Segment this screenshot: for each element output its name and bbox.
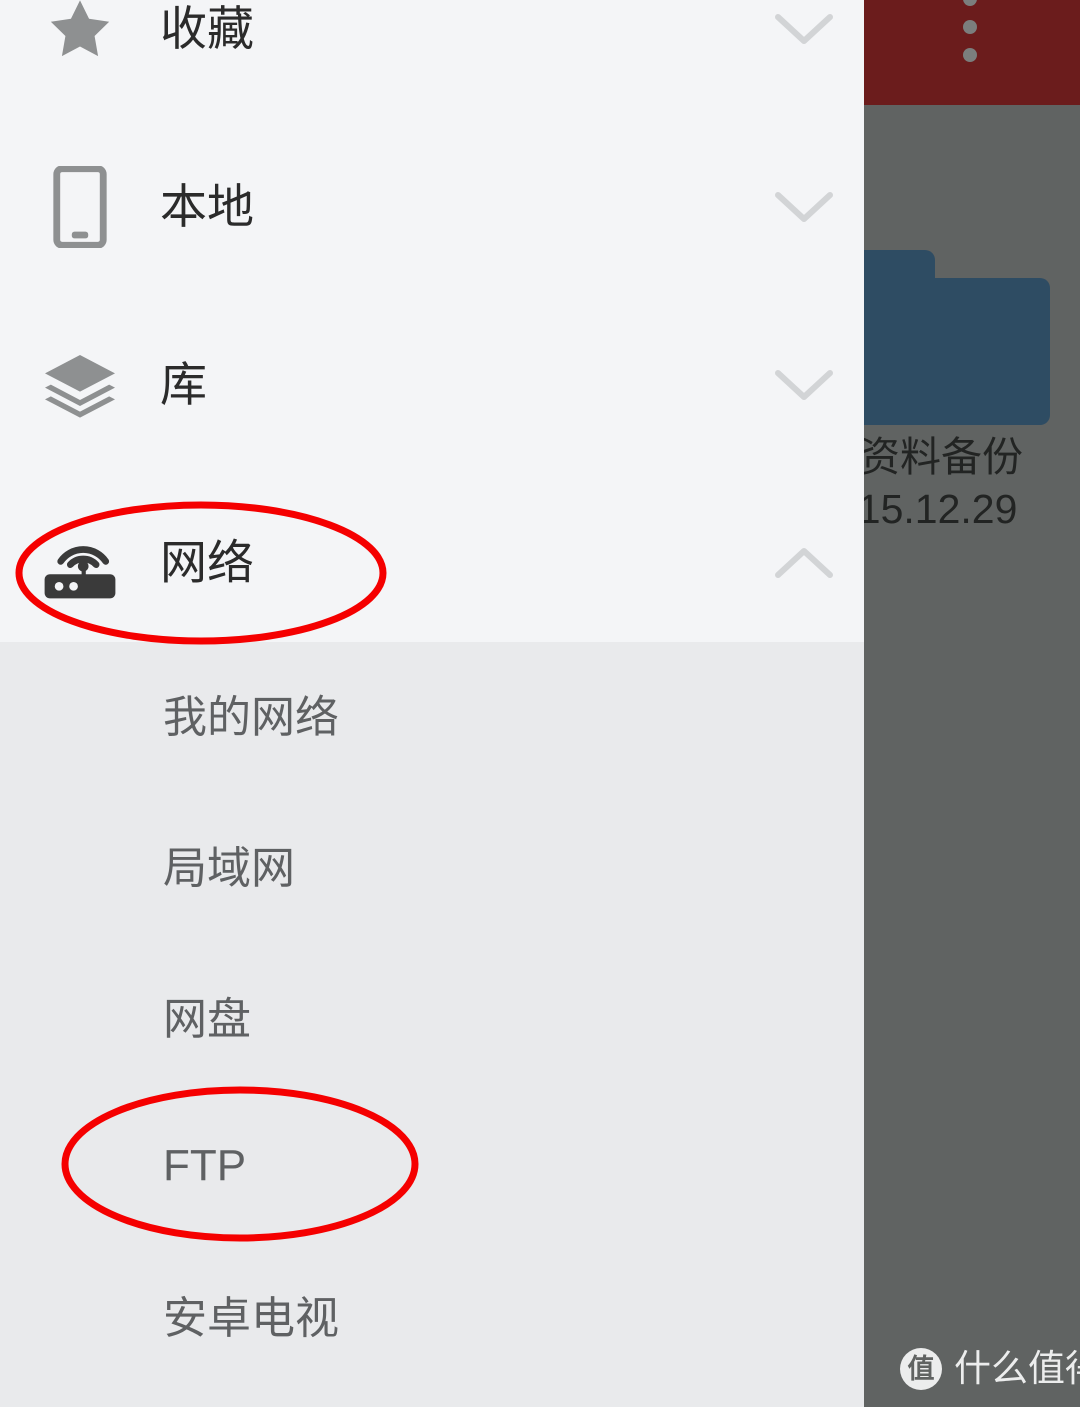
sidebar-item-library[interactable]: 库 <box>0 296 864 474</box>
sidebar-subitem-label: FTP <box>163 1140 247 1190</box>
more-dot <box>963 0 977 6</box>
watermark: 值 什么值得买 <box>900 1348 1080 1390</box>
sidebar-item-label: 库 <box>160 358 207 411</box>
file-date: 015.12.29 <box>835 486 1018 532</box>
watermark-text: 什么值得买 <box>954 1348 1080 1389</box>
folder-icon <box>845 250 1050 425</box>
screen-root: 资料备份 015.12.29 值 什么值得买 收藏 <box>0 0 1080 1407</box>
chevron-down-icon[interactable] <box>744 118 864 296</box>
layers-icon <box>0 296 160 474</box>
chevron-up-icon[interactable] <box>744 474 864 652</box>
sidebar-item-label: 网络 <box>160 536 254 589</box>
folder-body <box>845 278 1050 425</box>
sidebar-subitem-my-network[interactable]: 我的网络 <box>0 642 864 793</box>
sidebar-item-label: 本地 <box>160 180 254 233</box>
watermark-logo-icon: 值 <box>900 1348 942 1390</box>
sidebar-subitem-label: 我的网络 <box>163 692 339 742</box>
chevron-down-icon[interactable] <box>744 296 864 474</box>
phone-icon <box>0 118 160 296</box>
sidebar-subitem-ftp[interactable]: FTP <box>0 1090 864 1241</box>
sidebar-item-local[interactable]: 本地 <box>0 118 864 296</box>
sidebar-item-favorites[interactable]: 收藏 <box>0 0 864 118</box>
more-vertical-icon[interactable] <box>955 0 985 102</box>
sidebar-subitem-label: 安卓电视 <box>163 1293 339 1343</box>
more-dot <box>963 20 977 34</box>
file-name: 资料备份 <box>859 434 1023 480</box>
sidebar-subitem-lan[interactable]: 局域网 <box>0 793 864 944</box>
sidebar-item-network[interactable]: 网络 <box>0 474 864 652</box>
chevron-down-icon[interactable] <box>744 0 864 118</box>
sidebar-subitem-cloud-drive[interactable]: 网盘 <box>0 944 864 1095</box>
sidebar-subitem-android-tv[interactable]: 安卓电视 <box>0 1243 864 1394</box>
star-icon <box>0 0 160 118</box>
sidebar-subitem-label: 网盘 <box>163 994 251 1044</box>
router-icon <box>0 474 160 652</box>
more-dot <box>963 48 977 62</box>
sidebar-item-label: 收藏 <box>160 2 254 55</box>
navigation-drawer: 收藏 本地 库 网络 我的网络 局域网 网盘 FTP 安卓电视 <box>0 0 864 1407</box>
sidebar-subitem-label: 局域网 <box>163 843 295 893</box>
file-tile[interactable]: 资料备份 015.12.29 <box>835 250 1065 535</box>
